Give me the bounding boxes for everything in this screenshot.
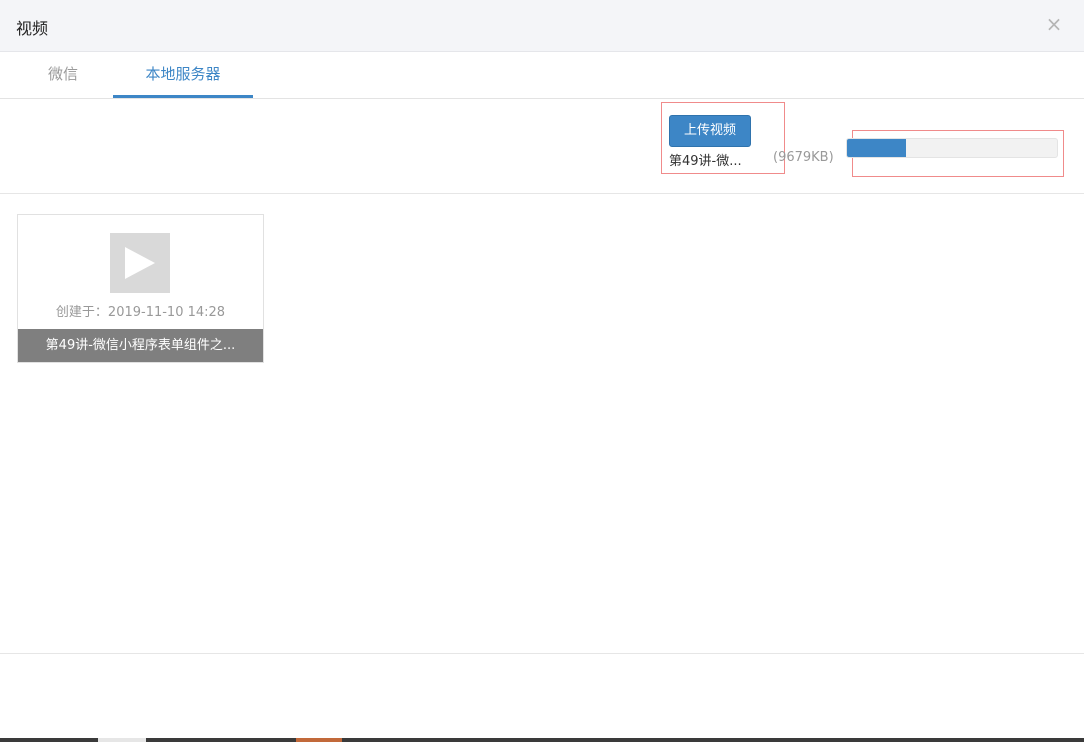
video-card[interactable]: 创建于：2019-11-10 14:28 第49讲-微信小程序表单组件之... [17,214,264,363]
upload-video-button[interactable]: 上传视频 [669,115,751,147]
tab-local-server[interactable]: 本地服务器 [113,52,253,98]
video-list: 创建于：2019-11-10 14:28 第49讲-微信小程序表单组件之... [0,194,1084,653]
tab-bar: 微信 本地服务器 [0,52,1084,99]
video-created-date: 创建于：2019-11-10 14:28 [55,305,226,320]
video-title: 第49讲-微信小程序表单组件之... [18,329,263,362]
close-icon[interactable]: × [1044,11,1064,37]
play-icon [125,247,155,279]
tab-wechat[interactable]: 微信 [16,52,110,98]
upload-progress-fill [847,139,906,157]
upload-toolbar: 上传视频 第49讲-微... (9679KB) [0,99,1084,194]
upload-file-name: 第49讲-微... [669,154,742,169]
taskbar-segment-active [296,738,342,742]
upload-progress-bar [846,138,1058,158]
video-modal: 视频 × 微信 本地服务器 上传视频 第49讲-微... (9679KB) 创建… [0,0,1084,742]
taskbar-strip [0,738,1084,742]
modal-header: 视频 × [0,0,1084,52]
modal-footer [0,653,1084,742]
video-thumbnail [110,233,170,293]
upload-file-size: (9679KB) [773,150,834,165]
modal-title: 视频 [16,19,49,38]
taskbar-segment [98,738,146,742]
